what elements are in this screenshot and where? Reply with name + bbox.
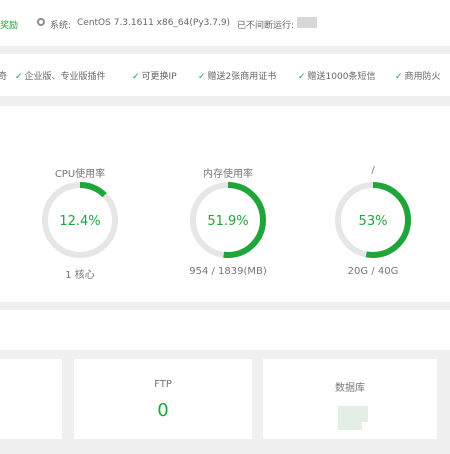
- memory-gauge-subtitle: 954 / 1839(MB): [189, 266, 267, 277]
- reward-link[interactable]: 奖励: [0, 18, 18, 31]
- feature-item: ✓ 赠送2张商用证书: [198, 72, 277, 82]
- memory-gauge-value: 51.9%: [207, 214, 249, 229]
- feature-item: ✓ 赠送1000条短信: [298, 72, 376, 82]
- disk-gauge-subtitle: 20G / 40G: [347, 266, 399, 277]
- uptime-value-redacted: [297, 17, 317, 28]
- ftp-label: FTP: [154, 379, 172, 390]
- database-label: 数据库: [335, 383, 365, 394]
- check-icon: ✓: [132, 72, 140, 82]
- system-icon: [37, 18, 45, 26]
- cpu-gauge-subtitle: 1 核心: [65, 270, 95, 281]
- feature-item: 奇: [0, 72, 8, 82]
- feature-item: ✓ 商用防火: [395, 72, 441, 82]
- uptime-label: 已不间断运行:: [237, 21, 295, 31]
- cpu-gauge-title: CPU使用率: [54, 169, 106, 180]
- section-divider-panel: [0, 310, 450, 350]
- check-icon: ✓: [298, 72, 306, 82]
- system-label: 系统:: [50, 21, 72, 31]
- memory-gauge-title: 内存使用率: [203, 169, 253, 180]
- overview-tile[interactable]: [0, 359, 62, 439]
- database-tile[interactable]: 数据库: [263, 359, 437, 439]
- system-value: CentOS 7.3.1611 x86_64(Py3.7.9): [77, 18, 231, 28]
- cpu-gauge-value: 12.4%: [59, 214, 101, 229]
- top-status-bar: 奖励 系统: CentOS 7.3.1611 x86_64(Py3.7.9) 已…: [0, 0, 450, 46]
- disk-gauge-title: /: [371, 165, 375, 176]
- ftp-count[interactable]: 0: [74, 400, 252, 421]
- check-icon: ✓: [395, 72, 403, 82]
- check-icon: ✓: [198, 72, 206, 82]
- disk-gauge-value: 53%: [358, 214, 388, 229]
- ftp-tile[interactable]: FTP 0: [74, 359, 252, 439]
- feature-item: ✓ 企业版、专业版插件: [15, 72, 106, 82]
- feature-item: ✓ 可更换IP: [132, 72, 177, 82]
- check-icon: ✓: [15, 72, 23, 82]
- database-count-placeholder: [338, 406, 368, 430]
